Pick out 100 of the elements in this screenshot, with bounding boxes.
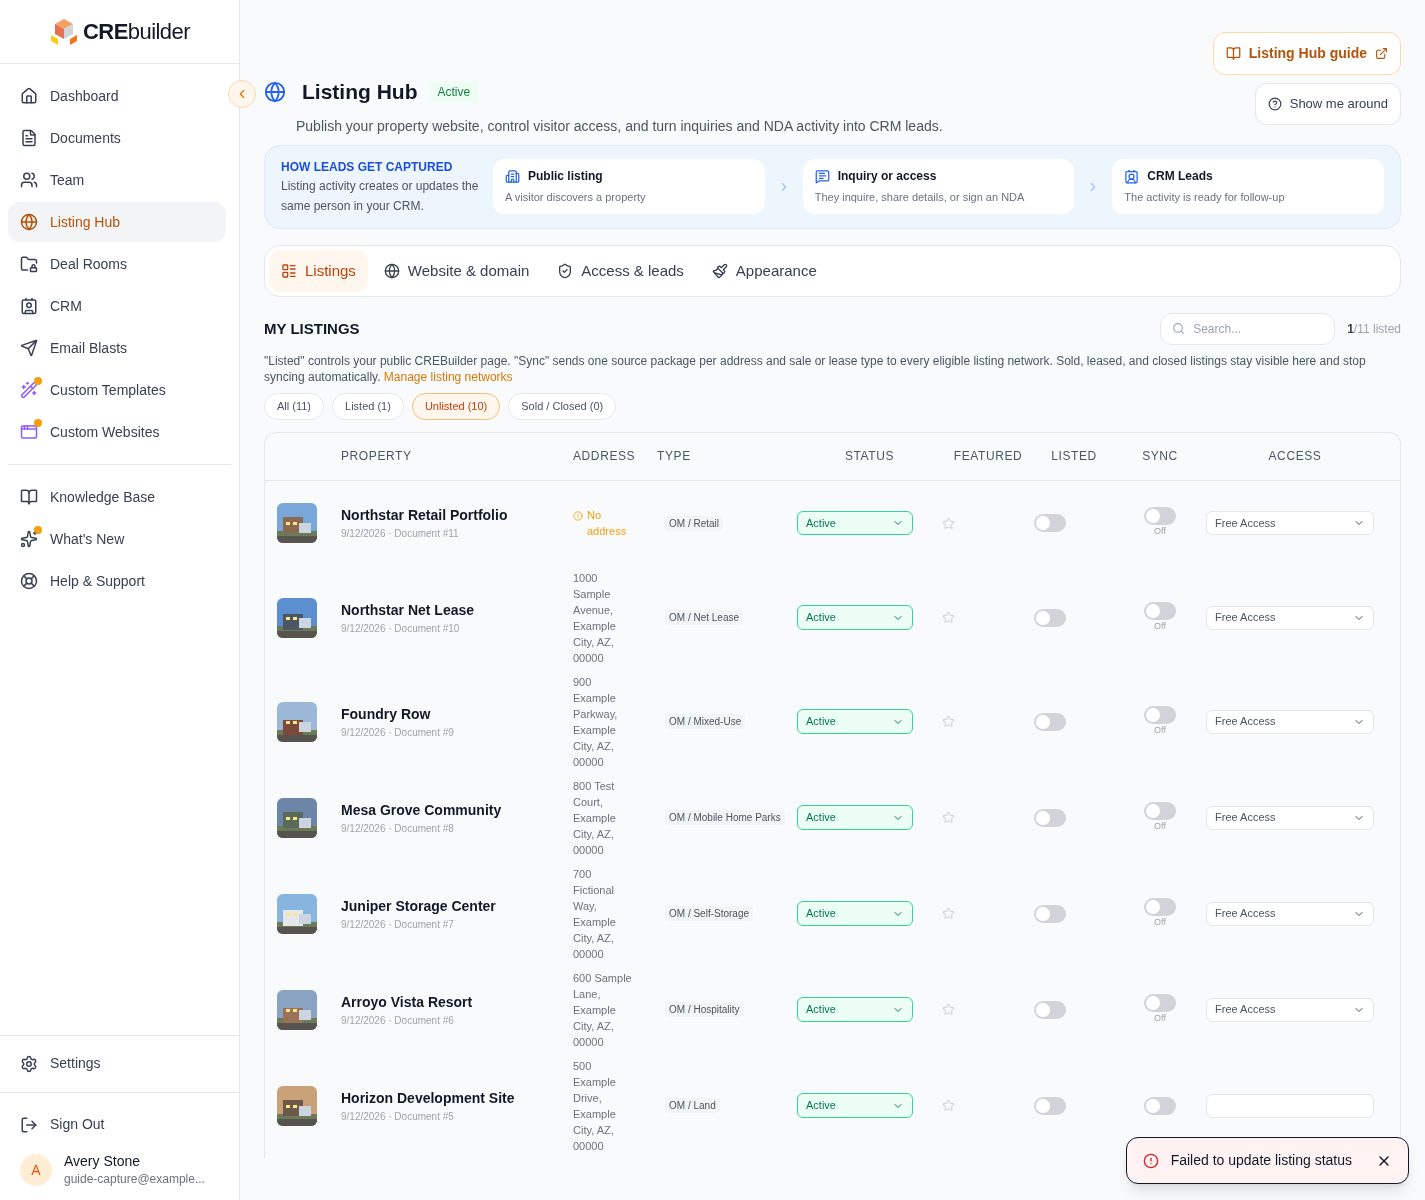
filter-chip[interactable]: All (11) bbox=[264, 393, 325, 420]
toggle-switch[interactable] bbox=[1034, 514, 1066, 532]
nav-item[interactable]: Dashboard bbox=[8, 76, 226, 116]
access-select[interactable]: Free Access bbox=[1206, 805, 1374, 830]
toggle-switch[interactable] bbox=[1034, 608, 1066, 627]
toggle-switch[interactable] bbox=[1034, 1096, 1066, 1115]
tab[interactable]: Website & domain bbox=[371, 249, 542, 292]
contact-card-icon bbox=[20, 297, 38, 315]
status-select[interactable]: Active bbox=[797, 709, 913, 734]
status-select[interactable]: Active bbox=[797, 805, 913, 830]
sign-out-icon bbox=[20, 1115, 38, 1134]
property-meta: 9/12/2026 · Document #9 bbox=[341, 725, 455, 740]
sync-label: Off bbox=[1154, 525, 1166, 539]
star-icon[interactable] bbox=[942, 611, 955, 624]
toggle-switch[interactable] bbox=[1034, 808, 1066, 827]
sign-out-item[interactable]: Sign Out bbox=[8, 1108, 231, 1141]
access-select[interactable]: Free Access bbox=[1206, 605, 1374, 630]
property-meta: 9/12/2026 · Document #11 bbox=[341, 527, 460, 541]
filter-chip[interactable]: Listed (1) bbox=[332, 393, 404, 420]
nav-item[interactable]: Help & Support bbox=[8, 561, 226, 601]
nav-item[interactable]: Knowledge Base bbox=[8, 477, 226, 517]
building-icon bbox=[505, 168, 520, 184]
status-select[interactable]: Active bbox=[797, 1093, 913, 1118]
nav-item[interactable]: Listing Hub bbox=[8, 202, 226, 242]
tour-button[interactable]: Show me around bbox=[1254, 83, 1401, 125]
user-name: Avery Stone bbox=[64, 1152, 141, 1170]
tab[interactable]: Listings bbox=[269, 249, 368, 292]
nav-item[interactable]: Deal Rooms bbox=[8, 244, 226, 284]
toggle-switch[interactable] bbox=[1144, 601, 1176, 620]
star-icon[interactable] bbox=[942, 715, 955, 728]
guide-button[interactable]: Listing Hub guide bbox=[1212, 32, 1401, 75]
type-tag: OM / Mobile Home Parks bbox=[665, 810, 785, 825]
nav-item[interactable]: What's New bbox=[8, 519, 226, 559]
access-select[interactable]: Free Access bbox=[1206, 511, 1374, 535]
toggle-switch[interactable] bbox=[1144, 1096, 1176, 1115]
page-title: Listing Hub bbox=[302, 79, 418, 105]
address-text: 500 Example Drive, Example City, AZ, 00000 bbox=[573, 1058, 617, 1154]
status-select[interactable]: Active bbox=[797, 901, 913, 926]
nav-item[interactable]: CRM bbox=[8, 286, 226, 326]
column-header: ACCESS bbox=[1268, 448, 1322, 465]
tab[interactable]: Appearance bbox=[699, 249, 829, 292]
banner-text: Listing activity creates or updates the same person in your CRM. bbox=[281, 177, 480, 215]
settings-icon bbox=[20, 1054, 38, 1073]
sparkles-icon bbox=[20, 530, 38, 548]
property-name: Juniper Storage Center bbox=[341, 896, 497, 916]
toggle-switch[interactable] bbox=[1144, 897, 1176, 916]
toggle-switch[interactable] bbox=[1144, 507, 1176, 526]
step-title: Inquiry or access bbox=[837, 168, 937, 186]
toggle-switch[interactable] bbox=[1144, 993, 1176, 1012]
user-email: guide-capture@example... bbox=[64, 1171, 205, 1188]
filter-chip[interactable]: Unlisted (10) bbox=[411, 393, 501, 420]
type-tag: OM / Hospitality bbox=[665, 1002, 744, 1017]
type-tag: OM / Land bbox=[665, 1098, 720, 1113]
toggle-switch[interactable] bbox=[1144, 705, 1176, 724]
column-header: FEATURED bbox=[953, 448, 1023, 465]
star-icon[interactable] bbox=[942, 516, 955, 530]
star-icon[interactable] bbox=[942, 907, 955, 920]
star-icon[interactable] bbox=[942, 811, 955, 824]
toggle-switch[interactable] bbox=[1034, 712, 1066, 731]
globe-icon bbox=[383, 262, 400, 279]
toggle-switch[interactable] bbox=[1034, 904, 1066, 923]
step-title: Public listing bbox=[528, 168, 603, 186]
logo-text: CREbuilder bbox=[83, 18, 190, 46]
toggle-switch[interactable] bbox=[1144, 801, 1176, 820]
filter-chip[interactable]: Sold / Closed (0) bbox=[508, 393, 617, 420]
search-field[interactable]: Search... bbox=[1160, 313, 1336, 345]
toggle-switch[interactable] bbox=[1034, 1000, 1066, 1019]
column-header: SYNC bbox=[1142, 448, 1178, 465]
status-badge: Active bbox=[429, 80, 479, 103]
star-icon[interactable] bbox=[942, 1003, 955, 1016]
error-icon bbox=[1142, 1152, 1159, 1169]
access-select[interactable] bbox=[1206, 1093, 1374, 1118]
paintbrush-icon bbox=[711, 262, 728, 279]
shield-check-icon bbox=[557, 262, 574, 279]
user-avatar: A bbox=[20, 1154, 52, 1187]
status-select[interactable]: Active bbox=[797, 605, 913, 630]
address-text: 700 Fictional Way, Example City, AZ, 00000 bbox=[573, 866, 617, 962]
status-select[interactable]: Active bbox=[797, 997, 913, 1022]
nav-item[interactable]: Custom Templates bbox=[8, 370, 226, 410]
access-select[interactable]: Free Access bbox=[1206, 709, 1374, 734]
book-icon bbox=[20, 488, 38, 506]
property-name: Northstar Retail Portfolio bbox=[341, 506, 509, 525]
sync-label: Off bbox=[1154, 619, 1166, 633]
address-text: 600 Sample Lane, Example City, AZ, 00000 bbox=[573, 970, 633, 1050]
tab[interactable]: Access & leads bbox=[545, 249, 696, 292]
access-select[interactable]: Free Access bbox=[1206, 997, 1374, 1022]
nav-item[interactable]: Documents bbox=[8, 118, 226, 158]
status-select[interactable]: Active bbox=[797, 510, 913, 536]
property-meta: 9/12/2026 · Document #5 bbox=[341, 1109, 455, 1124]
column-header: TYPE bbox=[657, 448, 691, 465]
nav-item[interactable]: Email Blasts bbox=[8, 328, 226, 368]
step-text: A visitor discovers a property bbox=[505, 190, 647, 206]
address-text: 1000 Sample Avenue, Example City, AZ, 00000 bbox=[573, 570, 617, 666]
nav-item[interactable]: Team bbox=[8, 160, 226, 200]
address-text: 900 Example Parkway, Example City, AZ, 00000 bbox=[573, 674, 619, 770]
type-tag: OM / Retail bbox=[665, 515, 723, 531]
access-select[interactable]: Free Access bbox=[1206, 901, 1374, 926]
star-icon[interactable] bbox=[942, 1099, 955, 1112]
settings-item[interactable]: Settings bbox=[8, 1047, 231, 1080]
nav-item[interactable]: Custom Websites bbox=[8, 412, 226, 452]
